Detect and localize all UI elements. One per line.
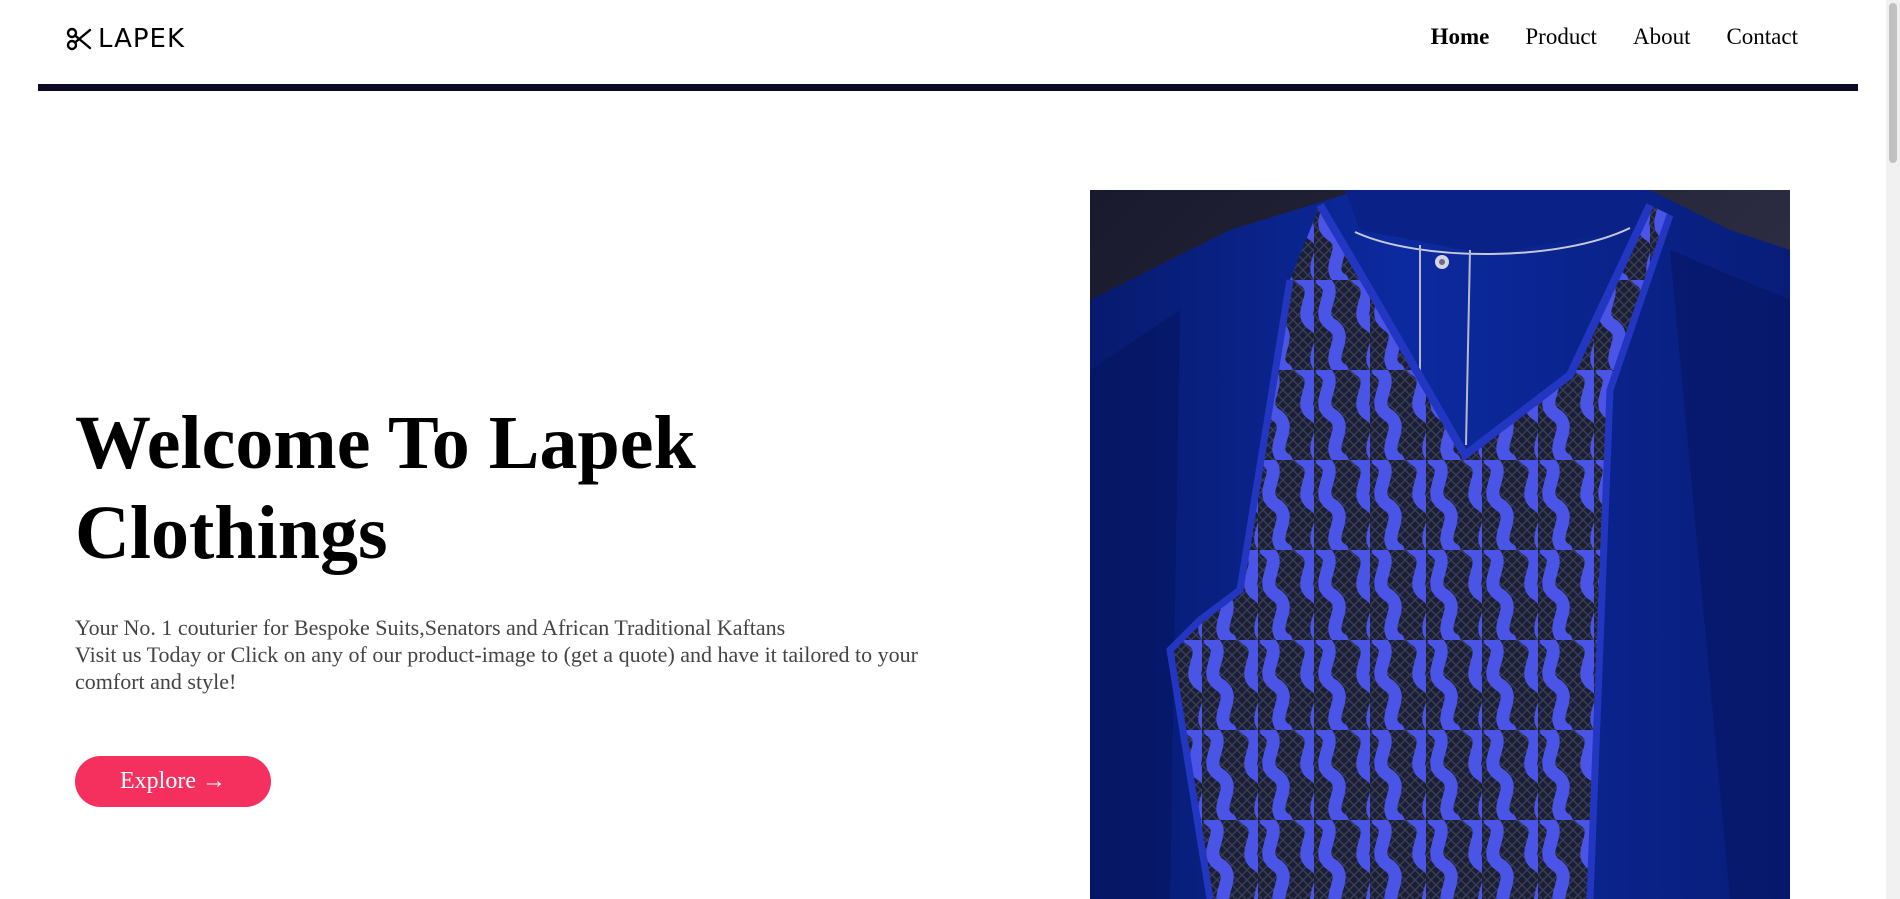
nav-about[interactable]: About — [1633, 24, 1691, 50]
brand-name: LAPEK — [98, 24, 186, 54]
hero-description-line2: Visit us Today or Click on any of our pr… — [75, 642, 918, 694]
nav-contact[interactable]: Contact — [1726, 24, 1798, 50]
main-nav: Home Product About Contact — [1431, 24, 1798, 50]
scissors-icon — [66, 27, 92, 51]
product-image-kaftan[interactable] — [1090, 190, 1790, 899]
nav-product[interactable]: Product — [1525, 24, 1597, 50]
header-divider — [38, 84, 1858, 91]
scrollbar-thumb[interactable] — [1889, 3, 1897, 163]
hero-description-line1: Your No. 1 couturier for Bespoke Suits,S… — [75, 615, 786, 640]
hero-title: Welcome To Lapek Clothings — [75, 398, 975, 578]
explore-button[interactable]: Explore → — [75, 756, 271, 807]
page-scrollbar[interactable] — [1886, 0, 1900, 899]
hero-description: Your No. 1 couturier for Bespoke Suits,S… — [75, 614, 975, 695]
page: LAPEK Home Product About Contact Welcome… — [0, 0, 1900, 899]
site-header: LAPEK Home Product About Contact — [38, 0, 1858, 91]
nav-home[interactable]: Home — [1431, 24, 1490, 50]
brand-logo[interactable]: LAPEK — [66, 24, 185, 54]
kaftan-illustration — [1090, 190, 1790, 899]
hero-title-line1: Welcome To Lapek — [75, 401, 696, 485]
hero-title-line2: Clothings — [75, 491, 388, 575]
